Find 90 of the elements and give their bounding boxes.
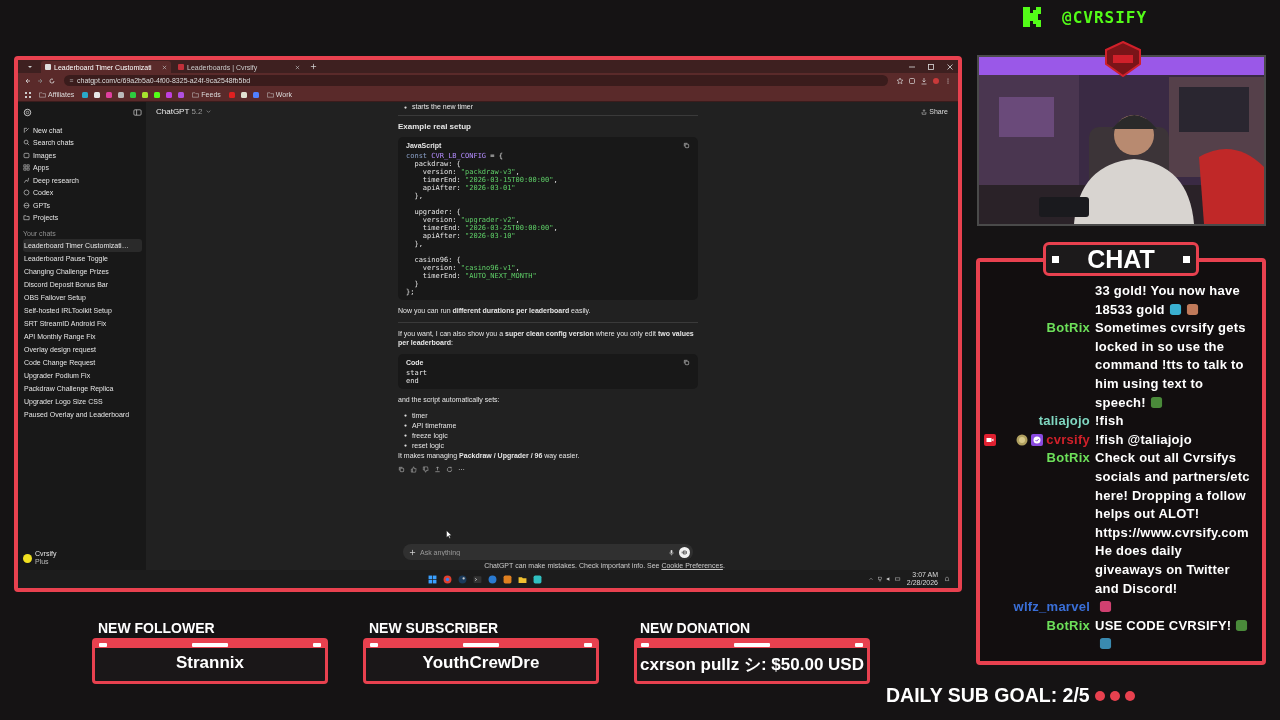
folder-icon[interactable] bbox=[518, 574, 527, 584]
alert-label: NEW SUBSCRIBER bbox=[368, 620, 500, 638]
terminal-icon[interactable] bbox=[473, 574, 482, 584]
windows-start-icon[interactable] bbox=[428, 574, 437, 584]
bookmark-icon[interactable] bbox=[239, 90, 248, 99]
copy-icon[interactable] bbox=[683, 358, 690, 366]
chat-username[interactable]: cvrsify bbox=[1046, 430, 1090, 450]
close-icon[interactable] bbox=[295, 64, 300, 70]
close-icon[interactable] bbox=[946, 62, 954, 71]
thumbs-up-icon[interactable] bbox=[410, 466, 417, 473]
chat-username[interactable]: BotRix bbox=[1046, 319, 1090, 338]
apps-grid-icon[interactable] bbox=[24, 90, 32, 99]
emblem-icon bbox=[1103, 41, 1143, 77]
share-icon[interactable] bbox=[434, 466, 441, 473]
maximize-icon[interactable] bbox=[927, 62, 935, 71]
chat-username[interactable]: taliajojo bbox=[1038, 412, 1090, 431]
image-icon bbox=[23, 151, 30, 159]
new-tab-icon[interactable] bbox=[310, 63, 317, 70]
grid-icon bbox=[23, 164, 30, 172]
bullet-icon bbox=[404, 105, 407, 109]
download-icon[interactable] bbox=[920, 76, 928, 85]
bookmark-icon[interactable] bbox=[141, 90, 150, 99]
battery-icon[interactable] bbox=[894, 576, 901, 582]
circle-icon bbox=[23, 189, 30, 197]
mouse-cursor-icon bbox=[446, 530, 452, 539]
reload-icon[interactable] bbox=[48, 76, 56, 85]
thumbs-down-icon[interactable] bbox=[422, 466, 429, 473]
alert-label: NEW DONATION bbox=[639, 620, 752, 638]
camera-badge-icon bbox=[984, 433, 996, 446]
bookmark-icon[interactable] bbox=[81, 90, 90, 99]
coin-badge-icon bbox=[1016, 433, 1029, 446]
caret-icon[interactable] bbox=[204, 108, 212, 115]
channel-handle: @CVRSIFY bbox=[1062, 7, 1148, 27]
folder-icon bbox=[192, 91, 200, 98]
folder-icon bbox=[39, 91, 46, 98]
chat-message: !fish @taliajojo bbox=[1095, 431, 1192, 447]
bookmark-icon[interactable] bbox=[153, 90, 162, 99]
bookmark-icon[interactable] bbox=[129, 90, 138, 99]
share-icon[interactable] bbox=[921, 108, 928, 115]
close-icon[interactable] bbox=[162, 64, 167, 70]
bullet-icon bbox=[404, 414, 407, 417]
bullet-icon bbox=[404, 434, 407, 437]
dots-icon bbox=[1093, 689, 1138, 702]
browser-icon[interactable] bbox=[443, 574, 452, 584]
chat-message: Check out all Cvrsifys socials and partners/etc here! Dropping a follow helps out ALOT! https://www.cvrsify.com He does daily giveaways on Twitter and Discord! bbox=[1095, 450, 1250, 596]
sub-goal-text: DAILY SUB GOAL: 2/5 bbox=[886, 684, 1090, 707]
bullet-icon bbox=[404, 424, 407, 427]
bookmark-icon[interactable] bbox=[93, 90, 102, 99]
chat-username[interactable]: wlfz_marvel bbox=[1013, 598, 1090, 617]
copy-icon[interactable] bbox=[683, 141, 690, 149]
alert-value: YouthCrewDre bbox=[422, 653, 540, 673]
back-icon[interactable] bbox=[24, 76, 32, 85]
more-icon[interactable] bbox=[458, 466, 465, 473]
logo-icon[interactable] bbox=[23, 107, 32, 117]
section-heading: Example real setup bbox=[398, 122, 472, 132]
chat-message: USE CODE CVRSIFY! bbox=[1095, 617, 1232, 633]
regenerate-icon[interactable] bbox=[446, 466, 453, 473]
alert-value: Strannix bbox=[176, 653, 244, 673]
check-badge-icon bbox=[1031, 433, 1044, 446]
circle-icon bbox=[23, 201, 30, 209]
chat-title: CHAT bbox=[1043, 242, 1199, 276]
speaker-icon[interactable] bbox=[885, 576, 892, 582]
favicon-icon bbox=[45, 64, 51, 70]
model-selector[interactable]: ChatGPT 5.2 bbox=[156, 107, 203, 116]
chat-username[interactable]: BotRix bbox=[1046, 616, 1090, 636]
sidebar-toggle-icon[interactable] bbox=[133, 107, 142, 117]
chat-message: !fish bbox=[1095, 413, 1124, 429]
favicon-icon bbox=[178, 64, 184, 70]
voice-mode-icon[interactable] bbox=[679, 546, 690, 558]
app-icon[interactable] bbox=[533, 574, 542, 584]
avatar-icon[interactable] bbox=[23, 553, 32, 563]
k-logo-icon bbox=[1022, 6, 1042, 28]
chart-icon bbox=[23, 176, 30, 184]
folder-icon bbox=[23, 214, 30, 222]
bookmark-star-icon[interactable] bbox=[896, 76, 904, 85]
microphone-icon[interactable] bbox=[668, 548, 675, 556]
plus-icon[interactable] bbox=[409, 548, 416, 556]
bullet-icon bbox=[404, 444, 407, 447]
copy-icon[interactable] bbox=[398, 466, 405, 473]
forward-icon[interactable] bbox=[36, 76, 44, 85]
chat-message: Sometimes cvrsify gets locked in so use the command !tts to talk to him using text to speech! bbox=[1095, 320, 1246, 410]
pencil-icon bbox=[23, 126, 30, 134]
chevron-up-icon[interactable] bbox=[867, 576, 874, 582]
alert-value: cxrson pullz シ: $50.00 USD bbox=[640, 654, 864, 676]
folder-icon bbox=[266, 91, 274, 98]
chat-username[interactable]: BotRix bbox=[1046, 449, 1090, 468]
alert-label: NEW FOLLOWER bbox=[97, 620, 216, 638]
search-icon bbox=[23, 139, 30, 147]
bookmark-icon[interactable] bbox=[117, 90, 126, 99]
chat-message: 33 gold! You now have 18533 gold bbox=[1095, 283, 1240, 317]
